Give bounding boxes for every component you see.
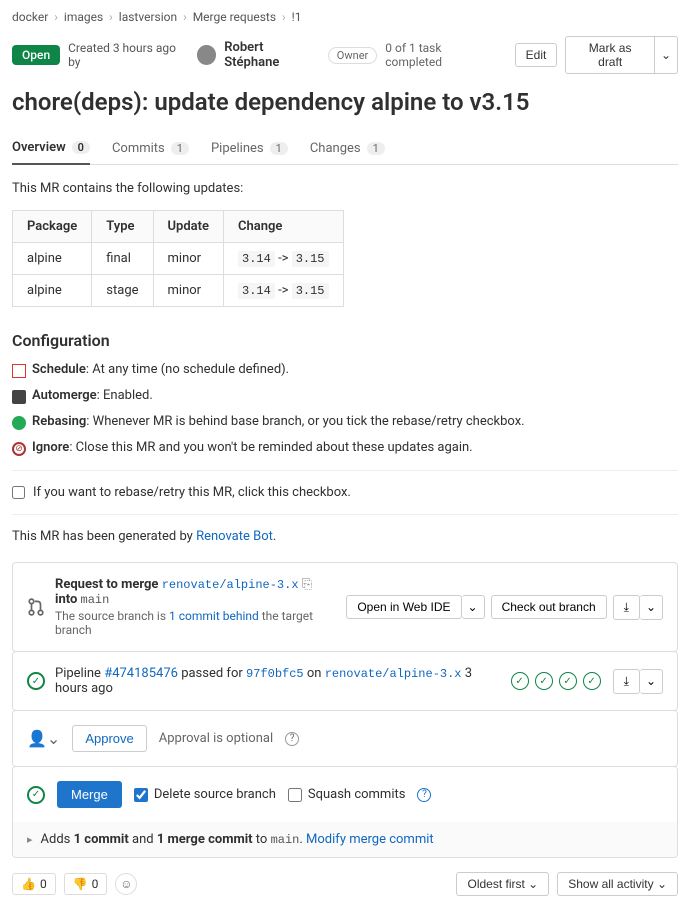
crumb[interactable]: Merge requests xyxy=(193,10,276,24)
edit-button[interactable]: Edit xyxy=(515,43,558,67)
ide-dropdown[interactable]: ⌄ xyxy=(462,595,485,619)
download-dropdown[interactable]: ⌄ xyxy=(640,595,663,620)
th-type: Type xyxy=(92,211,153,243)
rebase-checkbox[interactable] xyxy=(12,486,25,499)
tab-overview[interactable]: Overview0 xyxy=(12,132,90,165)
crumb[interactable]: images xyxy=(64,10,103,24)
breadcrumb: docker› images› lastversion› Merge reque… xyxy=(12,10,678,24)
add-reaction-button[interactable]: ☺ xyxy=(115,873,137,895)
intro-text: This MR contains the following updates: xyxy=(12,181,678,196)
user-icon: 👤⌄ xyxy=(27,729,60,748)
tab-changes[interactable]: Changes1 xyxy=(310,132,385,164)
table-row: alpinestageminor 3.14 -> 3.15 xyxy=(13,275,344,307)
approve-button[interactable]: Approve xyxy=(72,725,146,752)
merge-request-icon xyxy=(27,598,45,616)
author-link[interactable]: Robert Stéphane xyxy=(224,40,320,70)
mark-draft-button[interactable]: Mark as draft xyxy=(565,36,655,74)
help-icon[interactable]: ? xyxy=(285,732,299,746)
crumb[interactable]: lastversion xyxy=(119,10,177,24)
status-badge: Open xyxy=(12,45,60,65)
artifacts-button[interactable]: ⤓ xyxy=(613,669,640,694)
task-count: 0 of 1 task completed xyxy=(385,41,498,69)
role-badge: Owner xyxy=(328,47,377,64)
stage-icon[interactable]: ✓ xyxy=(559,672,577,690)
sort-dropdown[interactable]: Oldest first ⌄ xyxy=(456,872,549,896)
chevron-right-icon: ▸ xyxy=(27,833,33,846)
modify-commit-link[interactable]: Modify merge commit xyxy=(306,832,434,847)
download-button[interactable]: ⤓ xyxy=(613,595,640,620)
stage-icon[interactable]: ✓ xyxy=(511,672,529,690)
commits-behind-link[interactable]: 1 commit behind xyxy=(169,609,259,623)
filter-dropdown[interactable]: Show all activity ⌄ xyxy=(557,872,678,896)
th-package: Package xyxy=(13,211,92,243)
created-text: Created 3 hours ago by xyxy=(68,41,189,69)
ignore-icon: ⊘ xyxy=(12,442,26,456)
commit-summary[interactable]: ▸ Adds 1 commit and 1 merge commit to ma… xyxy=(12,822,678,858)
thumbs-up-button[interactable]: 👍 0 xyxy=(12,873,56,895)
status-success-icon: ✓ xyxy=(27,786,45,804)
crumb[interactable]: docker xyxy=(12,10,48,24)
stage-icon[interactable]: ✓ xyxy=(583,672,601,690)
tab-pipelines[interactable]: Pipelines1 xyxy=(211,132,288,164)
automerge-icon xyxy=(12,390,26,404)
th-change: Change xyxy=(224,211,343,243)
branch-link[interactable]: renovate/alpine-3.x xyxy=(325,667,462,681)
status-success-icon: ✓ xyxy=(27,672,45,690)
calendar-icon xyxy=(12,364,26,378)
delete-branch-checkbox[interactable] xyxy=(134,788,148,802)
squash-checkbox[interactable] xyxy=(288,788,302,802)
avatar[interactable] xyxy=(197,45,217,65)
generated-text: This MR has been generated by Renovate B… xyxy=(12,529,678,544)
stage-icon[interactable]: ✓ xyxy=(535,672,553,690)
pipeline-link[interactable]: #474185476 xyxy=(104,666,178,681)
tab-commits[interactable]: Commits1 xyxy=(112,132,189,164)
help-icon[interactable]: ? xyxy=(417,788,431,802)
tabs: Overview0 Commits1 Pipelines1 Changes1 xyxy=(12,132,678,165)
config-heading: Configuration xyxy=(12,331,678,350)
commit-link[interactable]: 97f0bfc5 xyxy=(246,667,304,681)
updates-table: Package Type Update Change alpinefinalmi… xyxy=(12,210,344,307)
copy-icon[interactable]: ⎘ xyxy=(302,577,312,592)
page-title: chore(deps): update dependency alpine to… xyxy=(12,88,678,116)
renovate-link[interactable]: Renovate Bot xyxy=(196,529,273,544)
open-ide-button[interactable]: Open in Web IDE xyxy=(346,595,461,619)
approval-text: Approval is optional xyxy=(159,731,273,746)
table-row: alpinefinalminor 3.14 -> 3.15 xyxy=(13,243,344,275)
thumbs-down-button[interactable]: 👎 0 xyxy=(64,873,108,895)
crumb[interactable]: !1 xyxy=(292,10,302,24)
rebase-icon xyxy=(12,416,26,430)
mr-actions-dropdown[interactable]: ⌄ xyxy=(655,36,678,74)
checkout-button[interactable]: Check out branch xyxy=(491,595,607,619)
th-update: Update xyxy=(153,211,224,243)
merge-button[interactable]: Merge xyxy=(57,781,122,808)
rebase-checkbox-label: If you want to rebase/retry this MR, cli… xyxy=(33,485,351,500)
artifacts-dropdown[interactable]: ⌄ xyxy=(640,669,663,694)
